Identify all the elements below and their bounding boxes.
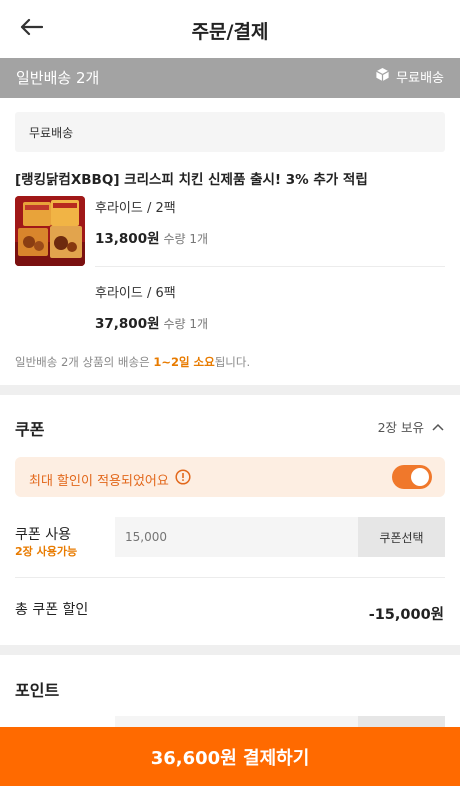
coupon-select-button[interactable]: 쿠폰선택 (358, 517, 445, 557)
point-section-title: 포인트 (15, 681, 60, 700)
row-divider (15, 577, 445, 578)
coupon-use-label: 쿠폰 사용 (15, 527, 71, 543)
option-price: 13,800원 (95, 231, 160, 247)
option-divider (95, 266, 445, 267)
pay-button[interactable]: 36,600원 결제하기 (0, 727, 460, 786)
coupon-count: 2장 보유 (377, 420, 424, 435)
option-price-row: 37,800원 수량 1개 (95, 312, 208, 332)
chevron-up-icon (432, 419, 444, 434)
max-discount-text-row: 최대 할인이 적용되었어요 (29, 469, 191, 489)
product-thumbnail[interactable] (15, 196, 85, 266)
page-title: 주문/결제 (191, 21, 269, 43)
option-name: 후라이드 / 6팩 (95, 286, 176, 301)
free-shipping-label: 무료배송 (396, 71, 444, 86)
shipping-bar: 일반배송 2개 무료배송 (0, 58, 460, 98)
section-separator (0, 645, 460, 655)
header: 주문/결제 (0, 0, 460, 58)
max-discount-banner: 최대 할인이 적용되었어요 (15, 457, 445, 497)
delivery-note-suffix: 됩니다. (214, 355, 251, 369)
coupon-count-toggle[interactable]: 2장 보유 (378, 417, 444, 436)
package-icon (375, 67, 390, 86)
coupon-available: 2장 사용가능 (15, 545, 78, 558)
max-discount-text: 최대 할인이 적용되었어요 (29, 473, 169, 489)
coupon-section-title: 쿠폰 (15, 420, 45, 439)
product-title: [랭킹닭컴XBBQ] 크리스피 치킨 신제품 출시! 3% 추가 적립 (15, 172, 368, 188)
toggle-knob (411, 468, 429, 486)
shipping-count: 일반배송 2개 (16, 69, 100, 87)
delivery-duration: 1~2일 소요 (153, 355, 215, 369)
option-price-row: 13,800원 수량 1개 (95, 227, 208, 247)
delivery-note: 일반배송 2개 상품의 배송은 1~2일 소요됩니다. (15, 354, 250, 370)
info-icon[interactable] (175, 469, 191, 489)
option-price: 37,800원 (95, 316, 160, 332)
total-coupon-label: 총 쿠폰 할인 (15, 602, 89, 618)
total-coupon-value: -15,000원 (368, 607, 444, 623)
free-shipping-text: 무료배송 (29, 126, 74, 140)
free-shipping-badge: 무료배송 (375, 67, 444, 86)
delivery-note-prefix: 일반배송 2개 상품의 배송은 (15, 355, 154, 369)
free-shipping-box: 무료배송 (15, 112, 445, 152)
option-quantity: 수량 1개 (163, 232, 209, 246)
max-discount-toggle[interactable] (392, 465, 432, 489)
section-separator (0, 385, 460, 395)
coupon-amount-input[interactable] (115, 517, 358, 557)
option-name: 후라이드 / 2팩 (95, 201, 176, 216)
option-quantity: 수량 1개 (163, 317, 209, 331)
